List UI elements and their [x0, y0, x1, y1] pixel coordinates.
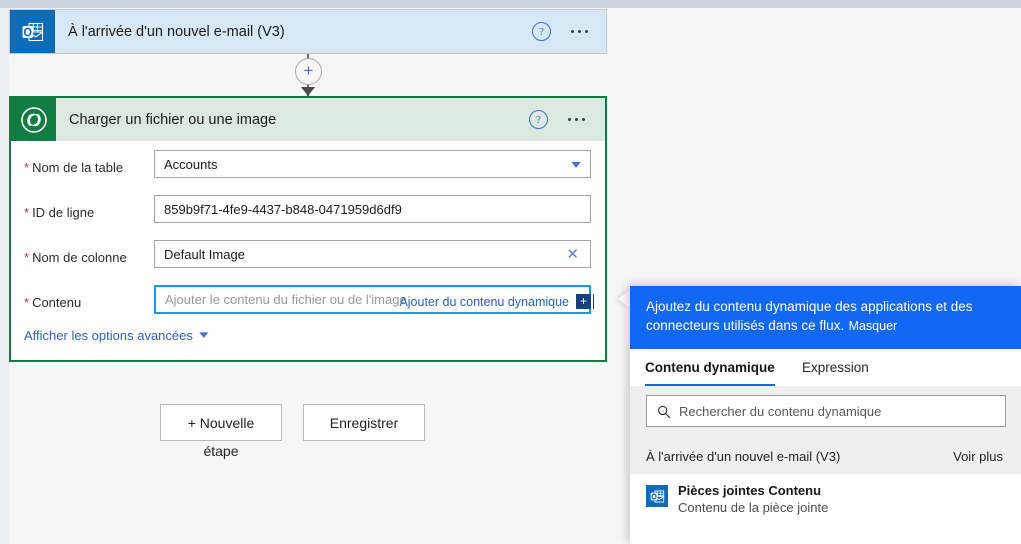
- outlook-icon: [646, 485, 668, 507]
- field-label: * Contenu: [24, 285, 81, 319]
- column-name-value: Default Image: [164, 246, 245, 262]
- help-icon[interactable]: ?: [532, 22, 551, 41]
- list-item-text: Pièces jointes Contenu Contenu de la piè…: [678, 483, 828, 517]
- flyout-header-text: Ajoutez du contenu dynamique des applica…: [646, 299, 973, 333]
- flyout-hide-link[interactable]: Masquer: [849, 319, 898, 333]
- list-item[interactable]: Pièces jointes Contenu Contenu de la piè…: [630, 474, 1021, 524]
- dynamic-content-group-header: À l'arrivée d'un nouvel e-mail (V3) Voir…: [630, 438, 1021, 474]
- search-icon: [657, 405, 671, 418]
- list-item-title: Pièces jointes Contenu: [678, 483, 822, 498]
- search-placeholder: Rechercher du contenu dynamique: [679, 403, 882, 419]
- flow-connector: +: [290, 54, 326, 96]
- save-button[interactable]: Enregistrer: [303, 404, 425, 441]
- flyout-header: Ajoutez du contenu dynamique des applica…: [630, 286, 1021, 349]
- action-card-title: Charger un fichier ou une image: [69, 111, 277, 128]
- field-label: * Nom de la table: [24, 150, 123, 184]
- dynamic-content-search-input[interactable]: Rechercher du contenu dynamique: [646, 395, 1006, 427]
- chevron-down-icon[interactable]: ▾: [571, 158, 581, 170]
- trigger-card[interactable]: À l'arrivée d'un nouvel e-mail (V3) ?: [9, 9, 607, 54]
- action-card-header[interactable]: Charger un fichier ou une image ?: [11, 98, 605, 141]
- required-asterisk: *: [24, 204, 30, 220]
- field-label-text: Contenu: [32, 294, 82, 310]
- form-row-column-name: * Nom de colonne Default Image ✕: [11, 240, 605, 276]
- table-name-select[interactable]: Accounts ▾: [154, 150, 591, 178]
- trigger-card-title: À l'arrivée d'un nouvel e-mail (V3): [68, 23, 285, 40]
- form-row-row-id: * ID de ligne 859b9f71-4fe9-4437-b848-04…: [11, 195, 605, 231]
- flow-designer-canvas: À l'arrivée d'un nouvel e-mail (V3) ? + …: [0, 0, 1021, 544]
- show-advanced-options-label: Afficher les options avancées: [24, 328, 193, 343]
- more-options-icon[interactable]: [569, 26, 590, 37]
- canvas-left-rail: [0, 8, 9, 544]
- add-dynamic-content-badge-icon[interactable]: +: [576, 294, 594, 309]
- action-card-actions: ?: [529, 98, 587, 141]
- show-advanced-options-toggle[interactable]: Afficher les options avancées ▾: [24, 328, 209, 343]
- chevron-down-icon: ▾: [198, 329, 209, 341]
- action-card: Charger un fichier ou une image ? * Nom …: [9, 96, 607, 362]
- add-step-icon[interactable]: +: [295, 58, 322, 85]
- tab-dynamic-content[interactable]: Contenu dynamique: [645, 349, 775, 386]
- more-options-icon[interactable]: [566, 114, 587, 125]
- row-id-input[interactable]: 859b9f71-4fe9-4437-b848-0471959d6df9: [154, 195, 591, 223]
- field-label: * ID de ligne: [24, 195, 94, 229]
- add-step-plus-label: +: [303, 61, 314, 80]
- dataverse-icon: [11, 98, 56, 141]
- outlook-icon: [10, 10, 55, 53]
- field-label-text: ID de ligne: [32, 204, 95, 220]
- add-dynamic-content-link[interactable]: Ajouter du contenu dynamique: [399, 295, 569, 309]
- connector-arrow-icon: [301, 87, 315, 96]
- required-asterisk: *: [24, 249, 30, 265]
- new-step-button-overflow-label: étape: [203, 443, 239, 459]
- column-name-input[interactable]: Default Image ✕: [154, 240, 591, 268]
- field-label-text: Nom de colonne: [32, 249, 127, 265]
- row-id-value: 859b9f71-4fe9-4437-b848-0471959d6df9: [164, 201, 402, 217]
- form-row-table-name: * Nom de la table Accounts ▾: [11, 150, 605, 186]
- tab-expression[interactable]: Expression: [802, 349, 869, 386]
- field-label-text: Nom de la table: [32, 159, 124, 175]
- group-name: À l'arrivée d'un nouvel e-mail (V3): [646, 448, 841, 464]
- required-asterisk: *: [24, 159, 30, 175]
- field-label: * Nom de colonne: [24, 240, 127, 274]
- flyout-pointer: [618, 290, 630, 308]
- flyout-search-area: Rechercher du contenu dynamique: [630, 386, 1021, 438]
- top-chrome-strip: [0, 0, 1021, 8]
- trigger-card-actions: ?: [532, 10, 590, 53]
- new-step-button[interactable]: + Nouvelle: [160, 404, 282, 441]
- table-name-value: Accounts: [164, 156, 218, 172]
- dynamic-content-flyout: Ajoutez du contenu dynamique des applica…: [630, 286, 1021, 544]
- help-icon[interactable]: ?: [529, 110, 548, 129]
- clear-icon[interactable]: ✕: [566, 246, 579, 262]
- flyout-tabs: Contenu dynamique Expression: [630, 349, 1021, 387]
- see-more-link[interactable]: Voir plus: [953, 449, 1003, 464]
- add-dynamic-content-row[interactable]: Ajouter du contenu dynamique +: [399, 294, 594, 309]
- required-asterisk: *: [24, 294, 30, 310]
- list-item-subtitle: Contenu de la pièce jointe: [678, 500, 829, 515]
